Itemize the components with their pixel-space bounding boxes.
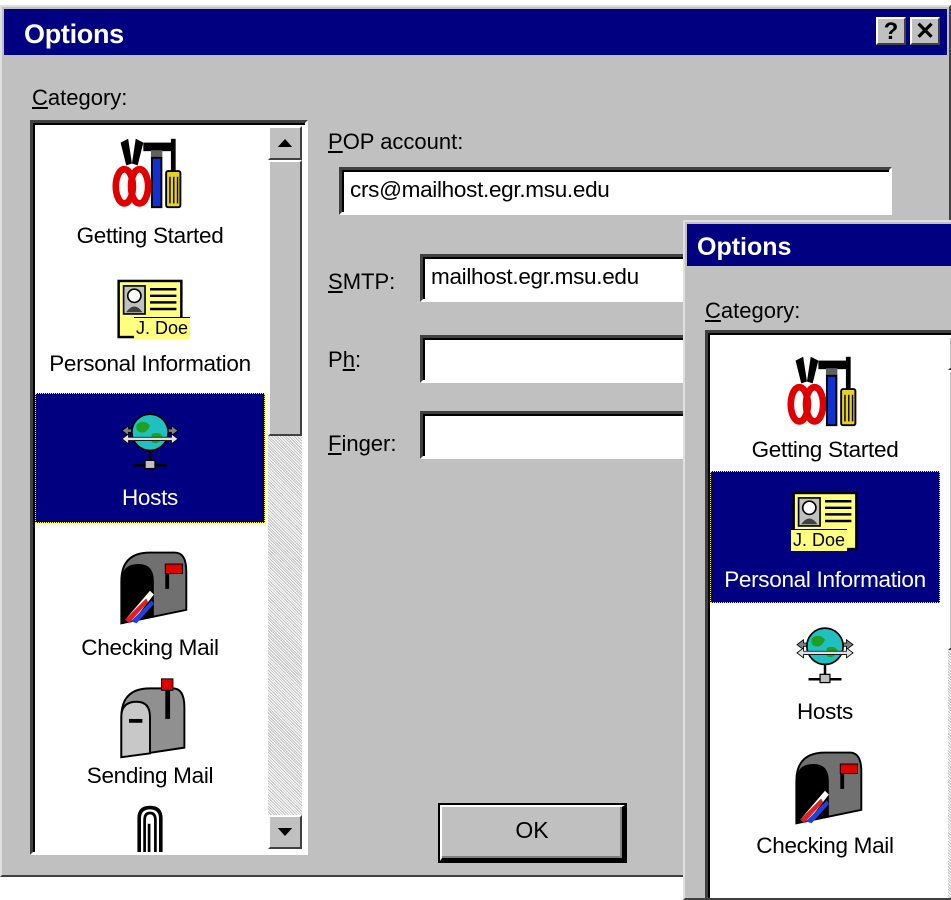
help-button[interactable]: ? [876, 17, 906, 45]
scroll-up-button[interactable] [268, 126, 302, 160]
title-bar[interactable]: Options [687, 224, 951, 266]
title-bar[interactable]: Options ? ✕ [4, 9, 947, 55]
category-item-hosts[interactable]: Hosts [710, 611, 940, 741]
category-item-checking-mail[interactable]: Checking Mail [35, 543, 265, 673]
category-item-attachments[interactable] [35, 799, 265, 855]
dialog-title: Options [697, 233, 792, 261]
category-item-label: Personal Information [49, 351, 251, 376]
ok-button[interactable]: OK [440, 805, 625, 861]
category-item-label: Sending Mail [86, 763, 214, 788]
mailbox-closed-icon [111, 675, 189, 761]
category-item-label: Hosts [796, 699, 853, 724]
arrow-down-icon [277, 827, 293, 837]
category-item-getting-started[interactable]: Getting Started [710, 343, 940, 473]
pop-account-label: POP account: [328, 129, 464, 154]
finger-label: Finger: [328, 431, 397, 456]
category-item-label: Checking Mail [756, 833, 894, 858]
mailbox-flag-up-icon [785, 743, 865, 829]
paperclip-icon [132, 803, 168, 855]
dialog-title: Options [24, 19, 124, 49]
id-card-text: J. Doe [791, 529, 848, 551]
category-label: Category: [705, 298, 801, 323]
close-button[interactable]: ✕ [910, 17, 940, 45]
tools-icon [107, 135, 193, 211]
network-globe-icon [792, 619, 858, 695]
scroll-thumb[interactable] [268, 160, 302, 436]
close-icon: ✕ [914, 18, 936, 45]
category-list[interactable]: Getting Started J. Doe Personal Informat… [30, 120, 308, 855]
smtp-label: SMTP: [328, 269, 396, 294]
network-globe-icon [117, 405, 183, 481]
tools-icon [782, 353, 868, 429]
category-item-personal-information[interactable]: J. Doe Personal Information [35, 257, 265, 391]
category-item-label: Getting Started [751, 437, 899, 462]
category-item-label: Checking Mail [81, 635, 219, 660]
category-item-sending-mail[interactable]: Sending Mail [35, 671, 265, 801]
mailbox-flag-up-icon [110, 543, 190, 629]
ph-label: Ph: [328, 347, 362, 372]
category-item-label: Getting Started [76, 223, 224, 248]
category-item-label: Hosts [121, 485, 178, 510]
category-item-getting-started[interactable]: Getting Started [35, 125, 265, 257]
category-item-label: Personal Information [724, 567, 926, 592]
options-dialog-secondary: Options Category: Getting Started J. Doe… [683, 220, 951, 900]
category-scrollbar[interactable] [268, 126, 302, 849]
pop-account-input[interactable]: crs@mailhost.egr.msu.edu [339, 167, 892, 215]
category-item-hosts[interactable]: Hosts [35, 393, 265, 523]
category-list[interactable]: Getting Started J. Doe Personal Informat… [705, 330, 951, 898]
category-item-personal-information[interactable]: J. Doe Personal Information [710, 471, 940, 603]
scroll-down-button[interactable] [268, 815, 302, 849]
category-label: Category: [32, 85, 128, 110]
id-card-text: J. Doe [134, 317, 191, 339]
category-item-checking-mail[interactable]: Checking Mail [710, 743, 940, 873]
arrow-up-icon [277, 138, 293, 148]
